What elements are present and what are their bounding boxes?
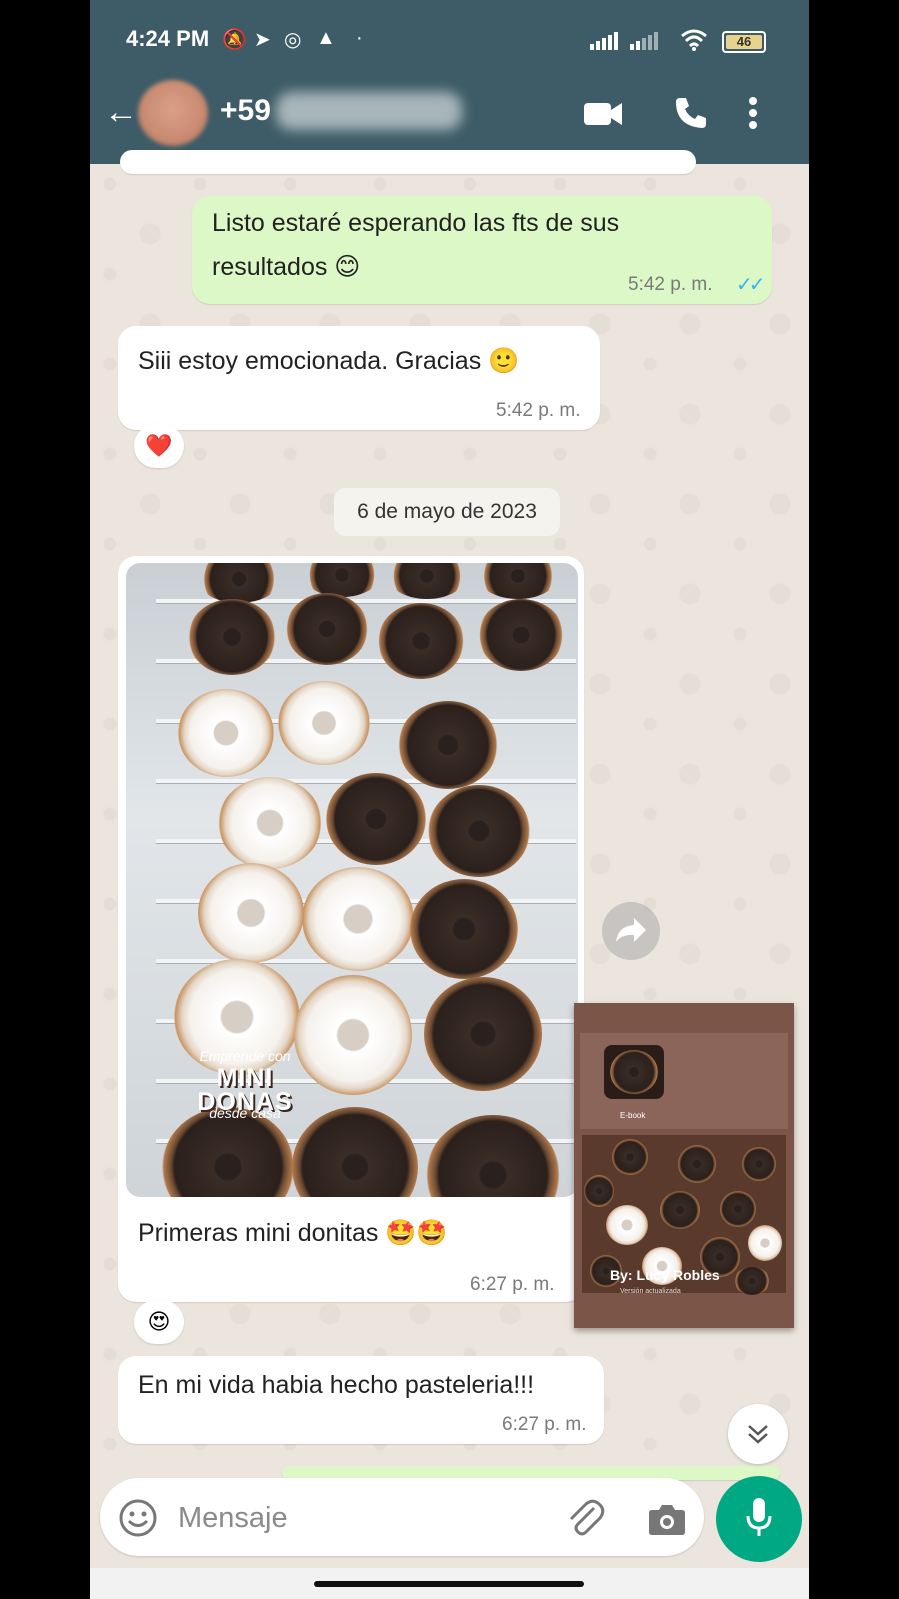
status-time: 4:24 PM bbox=[126, 26, 210, 51]
ebook-title-mini: MINI bbox=[216, 1064, 274, 1092]
message-text: Siii estoy emocionada. Gracias 🙂 bbox=[138, 347, 520, 375]
contact-name[interactable]: +59 bbox=[220, 94, 271, 128]
previous-message-edge bbox=[120, 150, 696, 174]
ebook-title-line1: Emprende con bbox=[199, 1048, 291, 1064]
message-input[interactable]: Mensaje bbox=[178, 1502, 288, 1535]
dot-icon: · bbox=[356, 27, 363, 49]
muted-bell-icon: 🔕 bbox=[222, 29, 247, 51]
battery-level: 46 bbox=[736, 34, 752, 49]
scroll-to-bottom-button[interactable] bbox=[728, 1404, 788, 1464]
camera-icon[interactable] bbox=[648, 1502, 686, 1536]
emoji-icon[interactable] bbox=[118, 1498, 158, 1538]
battery-icon: 46 bbox=[722, 31, 766, 53]
attach-icon[interactable] bbox=[564, 1498, 606, 1540]
ebook-donut-thumb bbox=[604, 1045, 664, 1099]
message-time: 5:42 p. m. bbox=[496, 400, 581, 421]
heart-reaction[interactable]: ❤️ bbox=[134, 424, 184, 468]
video-call-icon[interactable] bbox=[584, 100, 624, 128]
signal-icon bbox=[590, 32, 658, 50]
avatar[interactable] bbox=[138, 80, 208, 146]
blurred-number bbox=[276, 92, 462, 130]
ebook-author: By: Lucy Robles bbox=[610, 1267, 720, 1283]
date-chip: 6 de mayo de 2023 bbox=[334, 488, 560, 536]
message-text: En mi vida habia hecho pasteleria!!! bbox=[138, 1371, 535, 1399]
phone-icon[interactable] bbox=[674, 96, 708, 130]
home-indicator[interactable] bbox=[314, 1581, 584, 1587]
photo-caption: Primeras mini donitas 🤩🤩 bbox=[138, 1219, 448, 1247]
message-time: 5:42 p. m. bbox=[628, 274, 713, 295]
mic-button[interactable] bbox=[716, 1476, 802, 1562]
chat-header: 4:24 PM 🔕 ➤ ◎ ▲ · 46 ← +59 bbox=[90, 0, 809, 164]
heart-eyes-reaction[interactable]: 😍 bbox=[134, 1300, 184, 1344]
whatsapp-screen: 4:24 PM 🔕 ➤ ◎ ▲ · 46 ← +59 Listo estaré … bbox=[90, 0, 809, 1599]
ebook-label: E-book bbox=[620, 1111, 646, 1120]
whatsapp-icon: ◎ bbox=[284, 29, 302, 51]
telegram-icon: ➤ bbox=[254, 29, 271, 51]
read-ticks-icon: ✓✓ bbox=[736, 274, 765, 296]
more-vert-icon[interactable] bbox=[748, 96, 758, 130]
back-arrow-icon[interactable]: ← bbox=[104, 92, 138, 132]
message-text: resultados 😊 bbox=[212, 253, 361, 281]
message-time: 6:27 p. m. bbox=[502, 1414, 587, 1435]
ebook-version: Versión actualizada bbox=[620, 1288, 681, 1295]
message-text: Listo estaré esperando las fts de sus bbox=[212, 209, 620, 237]
wifi-icon bbox=[681, 29, 707, 51]
ebook-title-line3: desde casa bbox=[209, 1105, 281, 1121]
mic-icon bbox=[746, 1498, 772, 1536]
message-time: 6:27 p. m. bbox=[470, 1274, 555, 1295]
chevron-down-icon bbox=[748, 1425, 768, 1444]
forward-icon bbox=[616, 918, 646, 942]
warning-icon: ▲ bbox=[316, 27, 336, 49]
forward-button[interactable] bbox=[602, 902, 660, 960]
